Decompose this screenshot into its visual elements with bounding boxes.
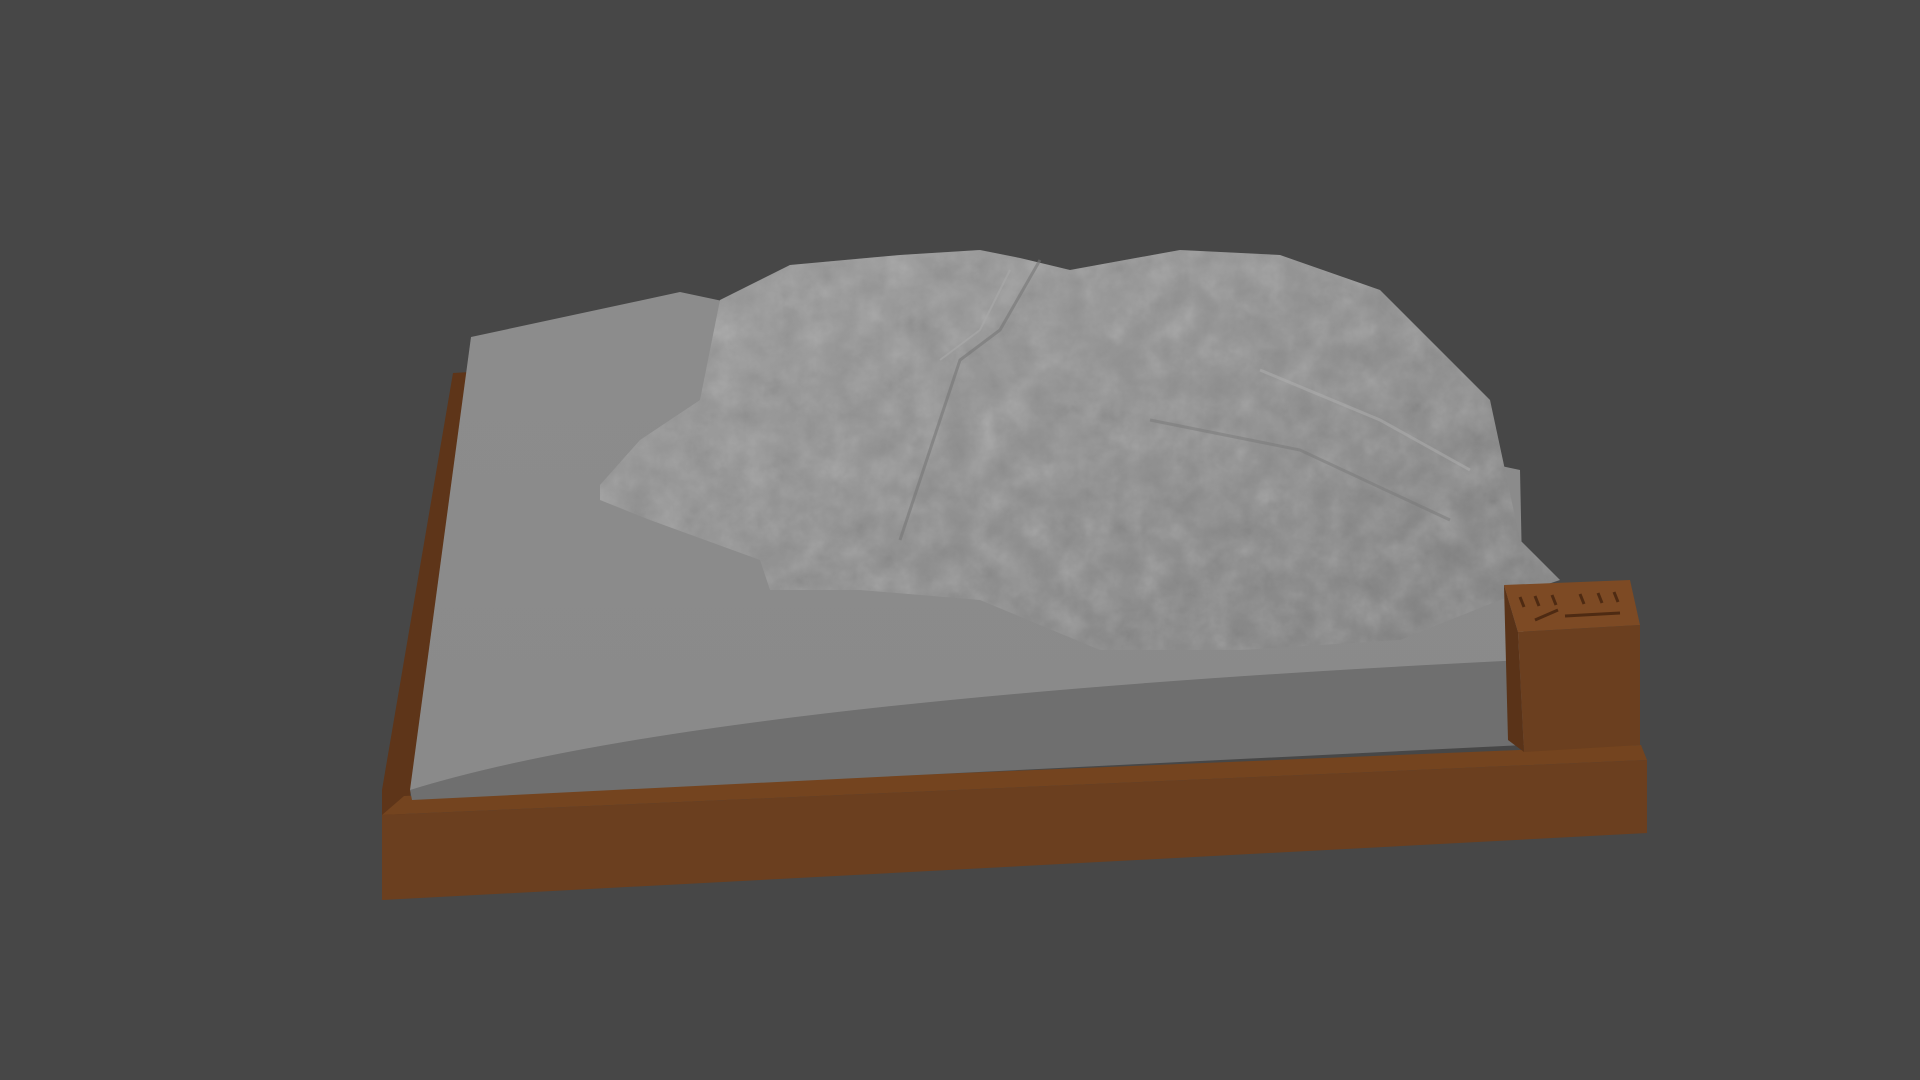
3d-viewport[interactable]	[0, 0, 1920, 1080]
label-block	[1504, 580, 1640, 752]
label-block-front	[1518, 625, 1640, 752]
